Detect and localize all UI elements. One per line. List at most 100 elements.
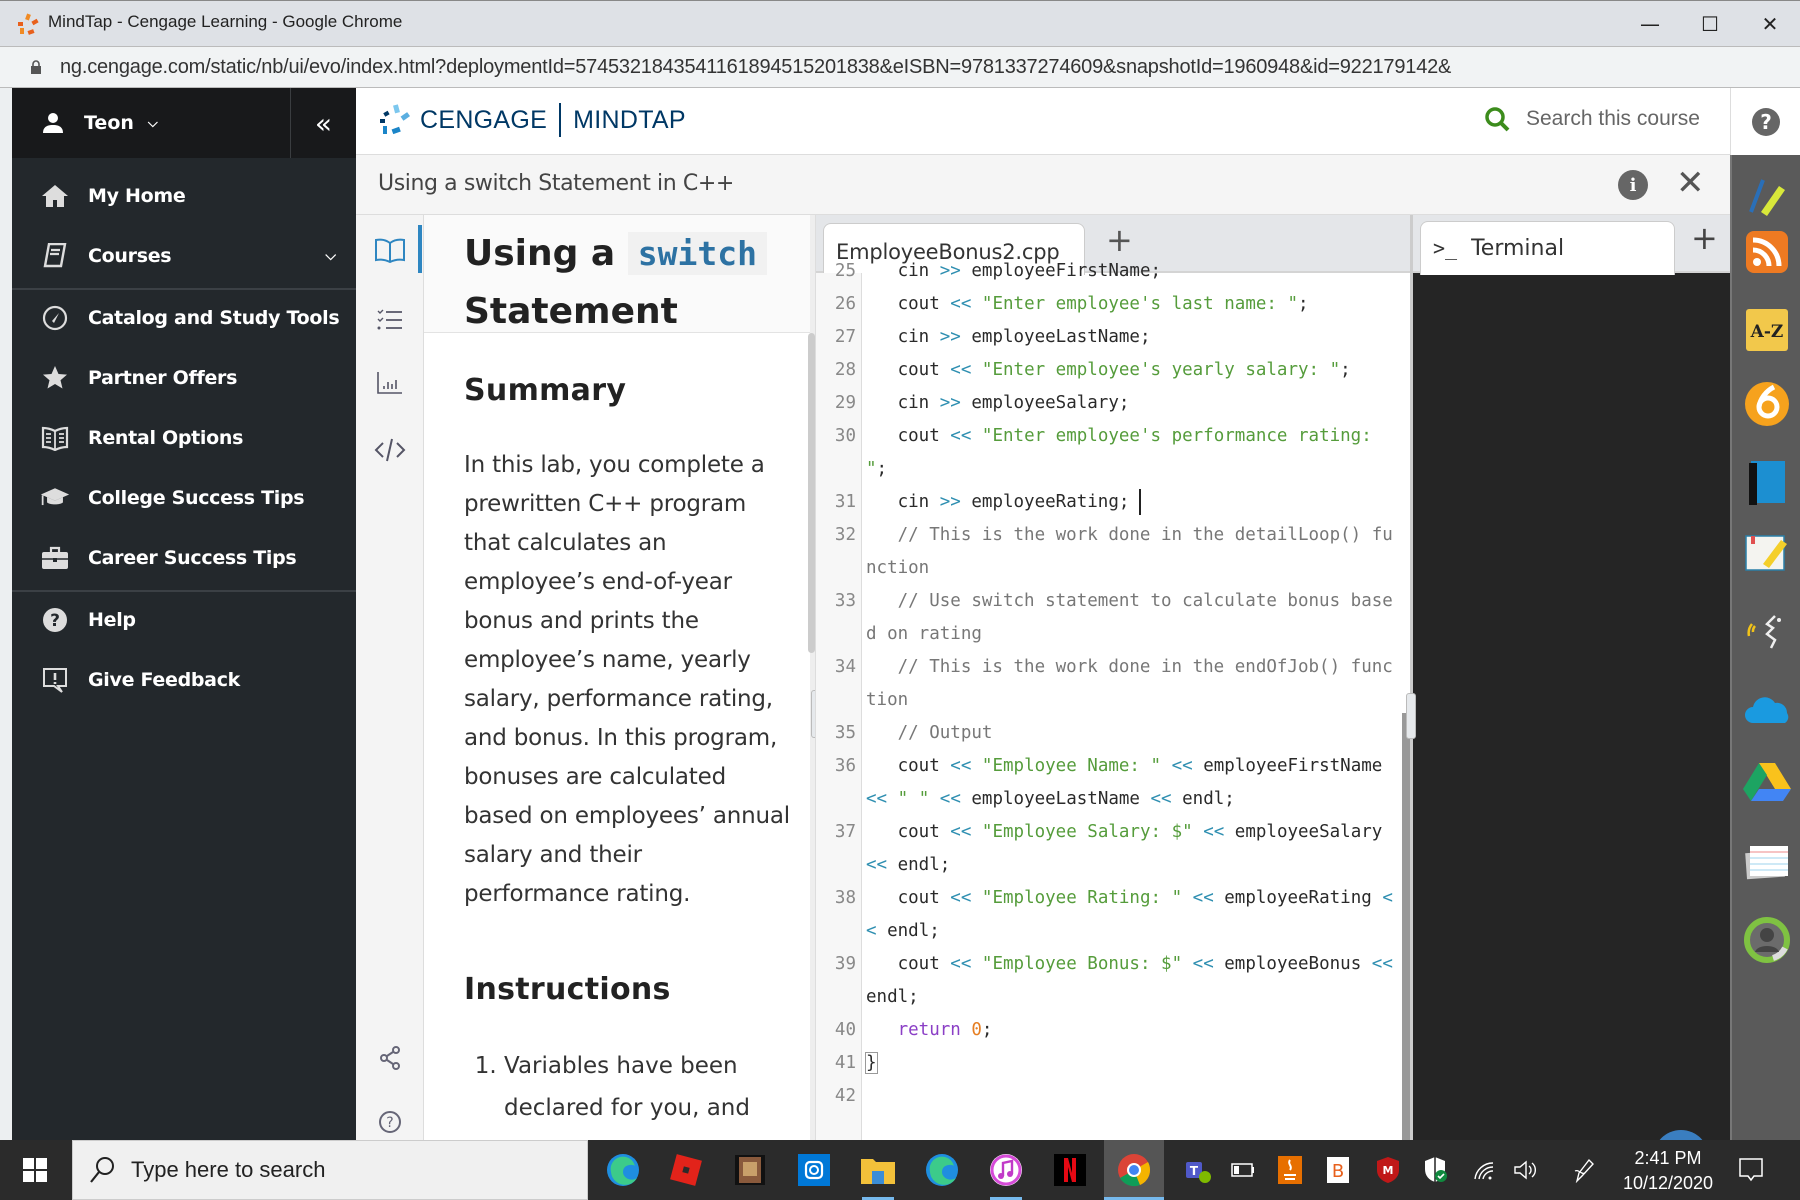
code-line[interactable]: 25 cin >> employeeFirstName;	[816, 255, 1401, 288]
token-op: <<	[1171, 756, 1193, 776]
java-icon	[1278, 1156, 1302, 1184]
highlighter-tool[interactable]	[1742, 169, 1792, 219]
code-line[interactable]: 40 return 0;	[816, 1014, 1401, 1047]
teams-tray[interactable]: T	[1178, 1140, 1218, 1200]
action-center-button[interactable]	[1726, 1140, 1776, 1200]
token-op: <<	[1192, 954, 1214, 974]
add-file-button[interactable]: +	[1106, 221, 1133, 259]
checks-tab[interactable]	[356, 358, 424, 408]
address-bar[interactable]: ng.cengage.com/static/nb/ui/evo/index.ht…	[0, 46, 1800, 88]
token-cm: // This is the work done in the endOfJob…	[866, 657, 1393, 710]
minimize-button[interactable]: —	[1620, 1, 1680, 47]
user-menu[interactable]: Teon ⌵	[42, 106, 158, 140]
sidebar-item-my-home[interactable]: My Home	[12, 168, 356, 224]
token-op: <<	[1192, 888, 1214, 908]
rss-tool[interactable]	[1742, 227, 1792, 277]
code-tab[interactable]	[356, 425, 424, 475]
close-icon: ✕	[1676, 163, 1705, 203]
sidebar-item-catalog[interactable]: Catalog and Study Tools	[12, 290, 356, 346]
camera-app-icon	[798, 1154, 830, 1186]
terminal-pane[interactable]: >_ Terminal +	[1410, 215, 1730, 1160]
java-tray[interactable]	[1270, 1140, 1310, 1200]
pen-tray[interactable]	[1564, 1140, 1604, 1200]
search-placeholder: Search this course	[1526, 107, 1700, 130]
app-6-tool[interactable]	[1742, 379, 1792, 429]
course-search[interactable]: Search this course	[1484, 106, 1700, 132]
code-line[interactable]: 36 cout << "Employee Name: " << employee…	[816, 750, 1401, 816]
tasks-tab[interactable]	[356, 295, 424, 345]
taskbar-search[interactable]: Type here to search	[72, 1140, 588, 1200]
sidebar-item-career-success[interactable]: Career Success Tips	[12, 530, 356, 586]
code-line[interactable]: 31 cin >> employeeRating;	[816, 486, 1401, 519]
maximize-button[interactable]: ☐	[1680, 1, 1740, 47]
onedrive-icon	[1745, 697, 1789, 723]
taskbar-app-roblox[interactable]	[656, 1140, 716, 1200]
close-window-button[interactable]: ✕	[1740, 1, 1800, 47]
share-button[interactable]	[356, 1033, 424, 1083]
sidebar-item-help[interactable]: ? Help	[12, 592, 356, 648]
sidebar-item-college-success[interactable]: College Success Tips	[12, 470, 356, 526]
google-drive-tool[interactable]	[1742, 757, 1792, 807]
svg-text:A-Z: A-Z	[1750, 322, 1784, 342]
taskbar-app-itunes[interactable]	[976, 1140, 1036, 1200]
add-terminal-button[interactable]: +	[1691, 219, 1718, 257]
sidebar-item-rental-options[interactable]: Rental Options	[12, 410, 356, 466]
url-text[interactable]: ng.cengage.com/static/nb/ui/evo/index.ht…	[60, 56, 1451, 79]
collapse-sidebar-button[interactable]: «	[290, 88, 356, 158]
taskbar-app-edge[interactable]	[593, 1140, 653, 1200]
volume-tray[interactable]	[1506, 1140, 1546, 1200]
sidebar-item-courses[interactable]: Courses ⌵	[12, 228, 356, 284]
line-number: 35	[834, 723, 856, 743]
instructions-scrollbar[interactable]	[808, 333, 815, 653]
resize-handle[interactable]	[1406, 693, 1416, 739]
b-app-tray[interactable]: B	[1318, 1140, 1358, 1200]
battery-tray[interactable]	[1226, 1140, 1260, 1200]
code-line[interactable]: 41}	[816, 1047, 1401, 1080]
token-str: " "	[897, 789, 930, 809]
security-tray[interactable]	[1416, 1140, 1456, 1200]
code-line[interactable]: 30 cout << "Enter employee's performance…	[816, 420, 1401, 486]
code-text: // This is the work done in the endOfJob…	[816, 651, 1396, 717]
glossary-tool[interactable]: A-Z	[1742, 305, 1792, 355]
sidebar-item-partner-offers[interactable]: Partner Offers	[12, 350, 356, 406]
ebook-tool[interactable]	[1742, 457, 1792, 507]
token-op: >>	[939, 327, 961, 347]
taskbar-app-chrome[interactable]	[1104, 1140, 1164, 1200]
notes-tool[interactable]	[1742, 527, 1792, 577]
help-button[interactable]: ?	[1730, 88, 1800, 155]
code-line[interactable]: 35 // Output	[816, 717, 1401, 750]
mcafee-tray[interactable]: M	[1368, 1140, 1408, 1200]
token-str: "Employee Rating: "	[981, 888, 1183, 908]
terminal-tab[interactable]: >_ Terminal	[1420, 221, 1675, 275]
close-activity-button[interactable]: ✕	[1676, 163, 1705, 203]
code-line[interactable]: 28 cout << "Enter employee's yearly sala…	[816, 354, 1401, 387]
progress-tool[interactable]	[1742, 915, 1792, 965]
code-line[interactable]: 29 cin >> employeeSalary;	[816, 387, 1401, 420]
taskbar-app-camera[interactable]	[784, 1140, 844, 1200]
code-line[interactable]: 34 // This is the work done in the endOf…	[816, 651, 1401, 717]
code-line[interactable]: 39 cout << "Employee Bonus: $" << employ…	[816, 948, 1401, 1014]
system-clock[interactable]: 2:41 PM 10/12/2020	[1608, 1146, 1728, 1196]
code-line[interactable]: 27 cin >> employeeLastName;	[816, 321, 1401, 354]
cengage-mindtap-logo[interactable]: CENGAGE MINDTAP	[378, 103, 686, 137]
code-line[interactable]: 26 cout << "Enter employee's last name: …	[816, 288, 1401, 321]
readspeaker-tool[interactable]	[1742, 607, 1792, 657]
taskbar-app-netflix[interactable]	[1040, 1140, 1100, 1200]
code-line[interactable]: 32 // This is the work done in the detai…	[816, 519, 1401, 585]
onedrive-tool[interactable]	[1742, 685, 1792, 735]
code-line[interactable]: 33 // Use switch statement to calculate …	[816, 585, 1401, 651]
taskbar-app-game[interactable]	[720, 1140, 780, 1200]
instructions-tab[interactable]	[356, 225, 424, 275]
code-area[interactable]: 25 cin >> employeeFirstName; 26 cout << "…	[816, 255, 1401, 1122]
flashcards-tool[interactable]	[1742, 837, 1792, 887]
info-button[interactable]: i	[1618, 170, 1648, 200]
book-icon	[40, 243, 70, 269]
code-line[interactable]: 37 cout << "Employee Salary: $" << emplo…	[816, 816, 1401, 882]
taskbar-app-edge-2[interactable]	[912, 1140, 972, 1200]
wifi-tray[interactable]	[1464, 1140, 1504, 1200]
sidebar-item-give-feedback[interactable]: Give Feedback	[12, 652, 356, 708]
taskbar-app-file-explorer[interactable]	[848, 1140, 908, 1200]
code-line[interactable]: 38 cout << "Employee Rating: " << employ…	[816, 882, 1401, 948]
start-button[interactable]	[0, 1140, 70, 1200]
